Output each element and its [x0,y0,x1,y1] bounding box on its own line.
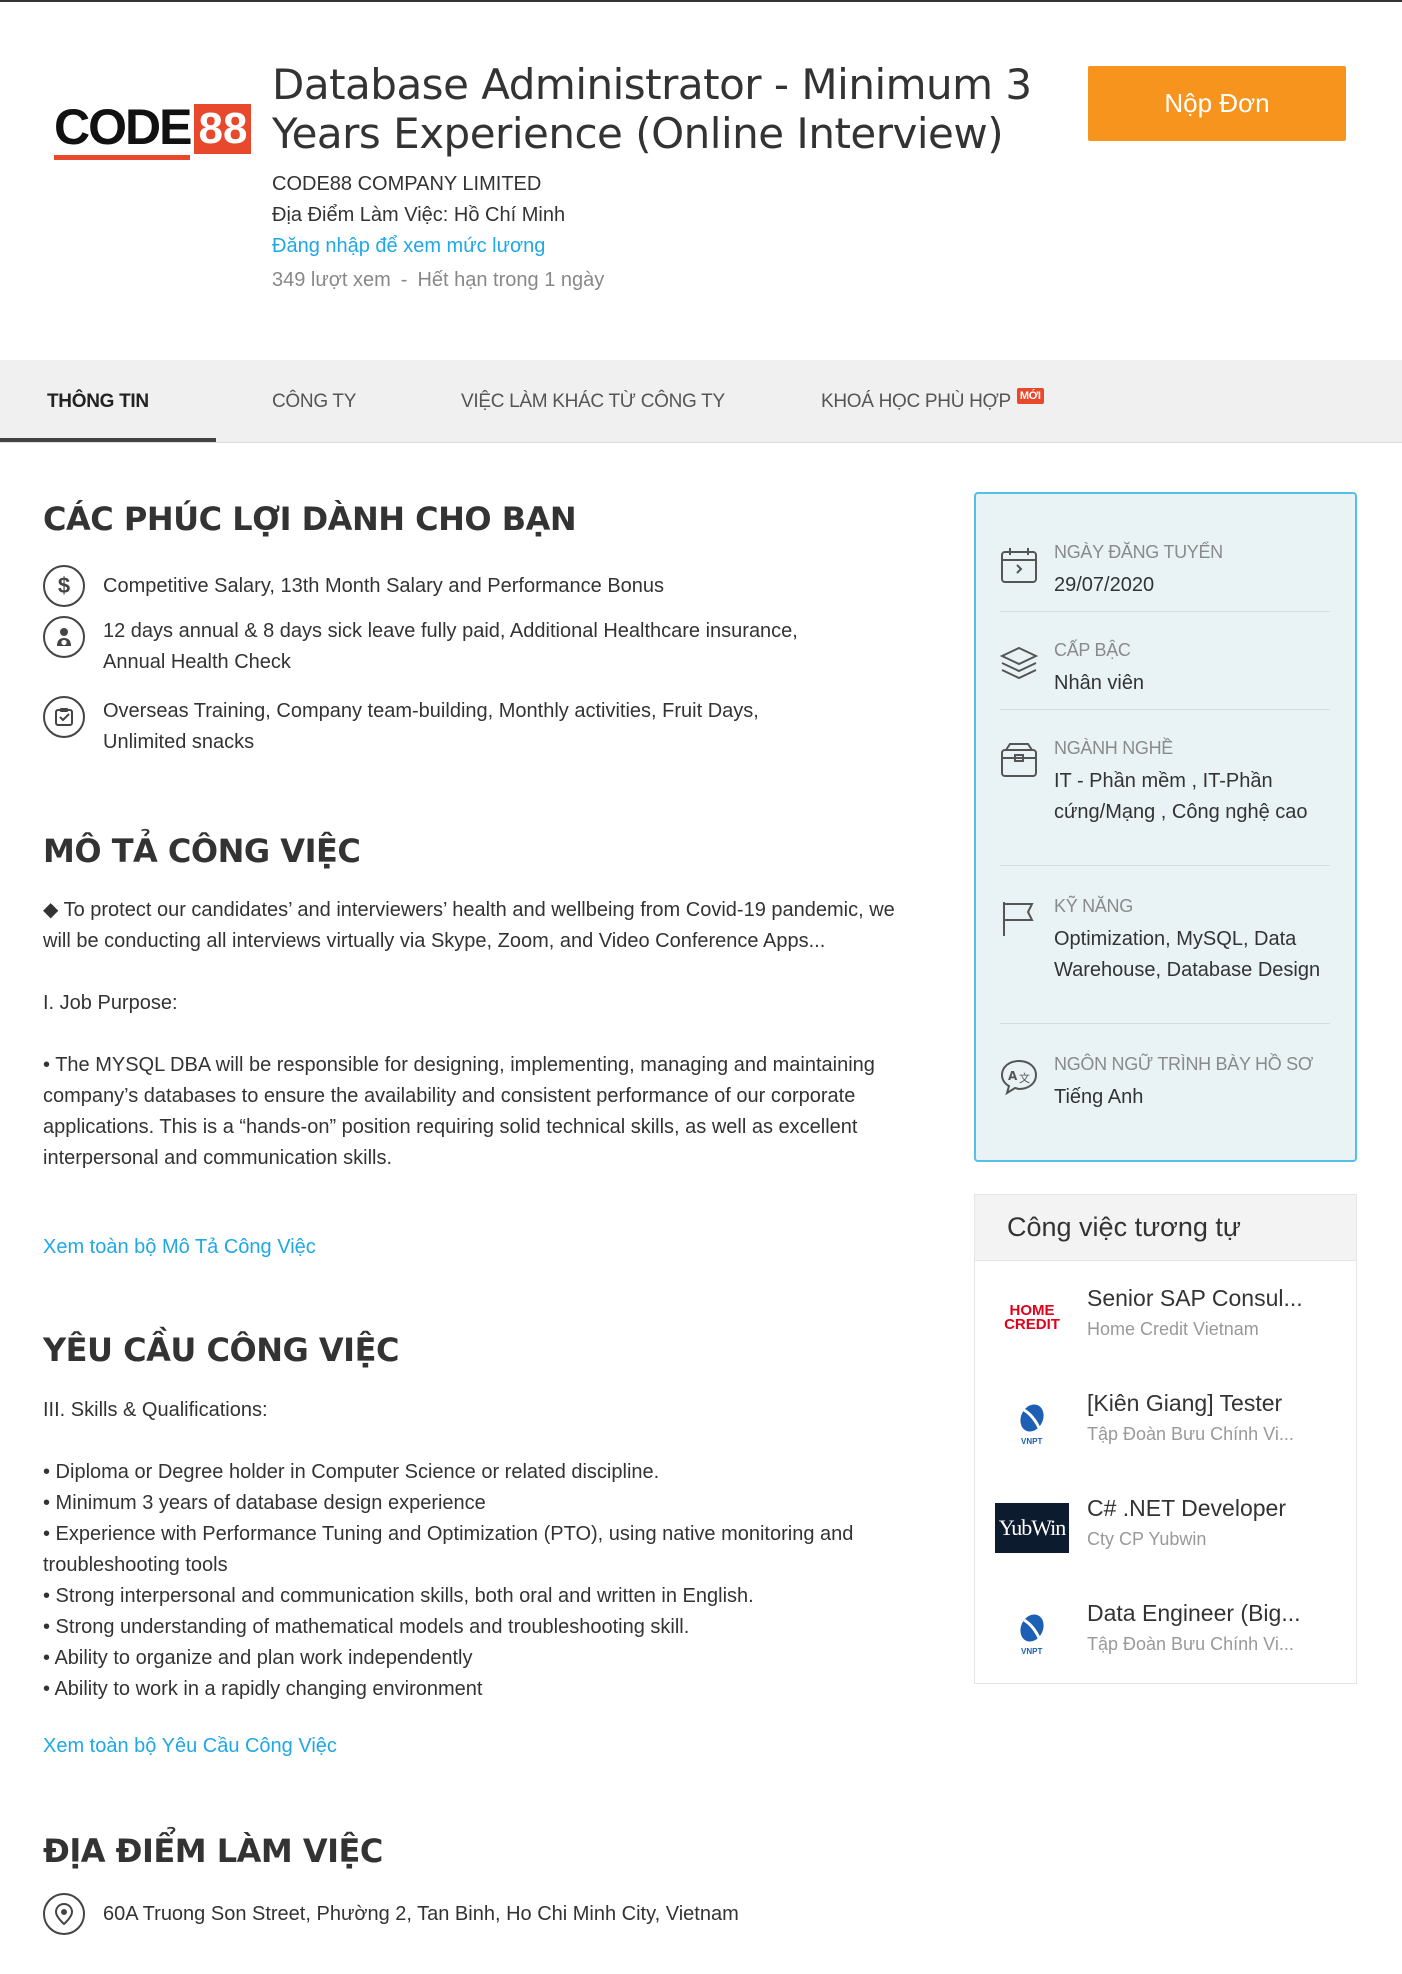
tab-other-jobs-label: VIỆC LÀM KHÁC TỪ CÔNG TY [461,390,725,412]
new-badge: MỚI [1016,387,1044,404]
home-credit-logo: HOME CREDIT [995,1293,1069,1343]
work-location-heading: ĐỊA ĐIỂM LÀM VIỆC [43,1832,383,1870]
similar-job-title[interactable]: C# .NET Developer [1087,1495,1286,1522]
description-text: ◆ To protect our candidates’ and intervi… [43,899,895,1169]
flag-icon [1003,902,1034,936]
similar-jobs-panel: Công việc tương tự HOME CREDIT Senior SAP… [974,1194,1357,1684]
view-full-description-link[interactable]: Xem toàn bộ Mô Tả Công Việc [43,1236,316,1259]
expiry-text: Hết hạn trong 1 ngày [417,269,605,291]
info-row-skills: KỸ NĂNG Optimization, MySQL, Data Wareho… [1000,896,1330,1024]
info-row-level: CẤP BẬC Nhân viên [1000,640,1330,710]
requirements-heading: YÊU CẦU CÔNG VIỆC [43,1331,399,1369]
layers-icon [1000,646,1038,680]
yubwin-logo: YubWin [995,1503,1069,1553]
benefit-text: Overseas Training, Company team-building… [103,700,759,753]
benefit-item: 12 days annual & 8 days sick leave fully… [43,616,843,678]
address-line: 60A Truong Son Street, Phường 2, Tan Bin… [43,1893,739,1935]
similar-job-title[interactable]: Data Engineer (Big... [1087,1600,1301,1627]
meta-separator: - [400,269,408,291]
company-name[interactable]: CODE88 COMPANY LIMITED [272,173,541,196]
description-heading: MÔ TẢ CÔNG VIỆC [43,832,361,870]
similar-job-title[interactable]: [Kiên Giang] Tester [1087,1390,1282,1417]
benefit-text: Competitive Salary, 13th Month Salary an… [103,575,665,597]
login-to-view-salary-link[interactable]: Đăng nhập để xem mức lương [272,235,545,258]
tab-bar: THÔNG TIN CÔNG TY VIỆC LÀM KHÁC TỪ CÔNG … [0,360,1402,443]
job-info-card: NGÀY ĐĂNG TUYỂN 29/07/2020 CẤP BẬC Nhân … [974,492,1357,1162]
info-label: NGÔN NGỮ TRÌNH BÀY HỒ SƠ [1054,1054,1313,1074]
address-text: 60A Truong Son Street, Phường 2, Tan Bin… [103,1902,739,1925]
vnpt-logo: VNPT [995,1608,1069,1658]
tab-company-label: CÔNG TY [272,390,357,412]
info-row-posted-date: NGÀY ĐĂNG TUYỂN 29/07/2020 [1000,542,1330,612]
benefit-text: 12 days annual & 8 days sick leave fully… [103,620,798,673]
tab-other-jobs[interactable]: VIỆC LÀM KHÁC TỪ CÔNG TY [461,360,725,443]
similar-job-item[interactable]: HOME CREDIT Senior SAP Consul... Home Cre… [995,1285,1340,1355]
requirements-text: III. Skills & Qualifications: • Diploma … [43,1399,854,1700]
info-label: NGÀNH NGHỀ [1054,738,1174,758]
similar-job-item[interactable]: VNPT Data Engineer (Big... Tập Đoàn Bưu … [995,1600,1340,1670]
info-label: KỸ NĂNG [1054,896,1133,916]
benefit-item: Overseas Training, Company team-building… [43,696,843,758]
info-value: IT - Phần mềm , IT-Phần cứng/Mạng , Công… [1054,770,1308,823]
info-value: Nhân viên [1054,672,1145,694]
similar-job-company: Home Credit Vietnam [1087,1319,1259,1339]
job-title: Database Administrator - Minimum 3 Years… [272,60,1032,158]
similar-job-item[interactable]: VNPT [Kiên Giang] Tester Tập Đoàn Bưu Ch… [995,1390,1340,1460]
info-label: CẤP BẬC [1054,640,1131,660]
info-row-industry: NGÀNH NGHỀ IT - Phần mềm , IT-Phần cứng/… [1000,738,1330,866]
logo-line-2: CREDIT [1004,1316,1060,1333]
info-value: Optimization, MySQL, Data Warehouse, Dat… [1054,928,1321,981]
checklist-icon [43,696,85,738]
similar-job-company: Tập Đoàn Bưu Chính Vi... [1087,1424,1294,1444]
tab-info[interactable]: THÔNG TIN [47,360,149,443]
vnpt-logo: VNPT [995,1398,1069,1448]
benefits-heading: CÁC PHÚC LỢI DÀNH CHO BẠN [43,500,577,538]
similar-job-title[interactable]: Senior SAP Consul... [1087,1285,1303,1312]
health-icon [43,616,85,658]
svg-text:VNPT: VNPT [1021,1437,1042,1446]
language-icon: A文 [1000,1059,1038,1096]
svg-text:A: A [1008,1069,1018,1083]
job-meta: 349 lượt xem - Hết hạn trong 1 ngày [272,269,604,292]
map-pin-icon [43,1893,85,1935]
tab-courses[interactable]: KHOÁ HỌC PHÙ HỢP MỚI [821,360,1044,443]
info-row-resume-language: A文 NGÔN NGỮ TRÌNH BÀY HỒ SƠ Tiếng Anh [1000,1054,1330,1124]
view-count: 349 lượt xem [272,269,391,291]
similar-job-company: Cty CP Yubwin [1087,1529,1207,1549]
svg-text:文: 文 [1019,1071,1030,1085]
similar-job-item[interactable]: YubWin C# .NET Developer Cty CP Yubwin [995,1495,1340,1565]
tab-info-label: THÔNG TIN [47,390,149,412]
apply-button[interactable]: Nộp Đơn [1088,66,1346,141]
logo-number: 88 [194,103,252,155]
info-value: Tiếng Anh [1054,1086,1144,1108]
top-border [0,0,1402,2]
tab-company[interactable]: CÔNG TY [272,360,356,443]
info-value: 29/07/2020 [1054,574,1155,596]
work-location: Địa Điểm Làm Việc: Hồ Chí Minh [272,204,566,226]
dollar-icon: $ [43,565,85,607]
calendar-icon [1001,548,1037,583]
yubwin-logo-text: YubWin [998,1515,1066,1540]
logo-text: CODE [54,99,192,160]
info-label: NGÀY ĐĂNG TUYỂN [1054,542,1223,562]
company-logo[interactable]: CODE 88 [54,99,259,160]
tab-courses-label: KHOÁ HỌC PHÙ HỢP [821,390,1011,412]
similar-job-company: Tập Đoàn Bưu Chính Vi... [1087,1634,1294,1654]
active-tab-indicator [0,438,216,442]
similar-jobs-heading: Công việc tương tự [975,1195,1356,1261]
briefcase-icon [1001,743,1037,777]
benefit-item: $ Competitive Salary, 13th Month Salary … [43,565,843,607]
svg-text:VNPT: VNPT [1021,1647,1042,1656]
view-full-requirements-link[interactable]: Xem toàn bộ Yêu Cầu Công Việc [43,1735,337,1758]
